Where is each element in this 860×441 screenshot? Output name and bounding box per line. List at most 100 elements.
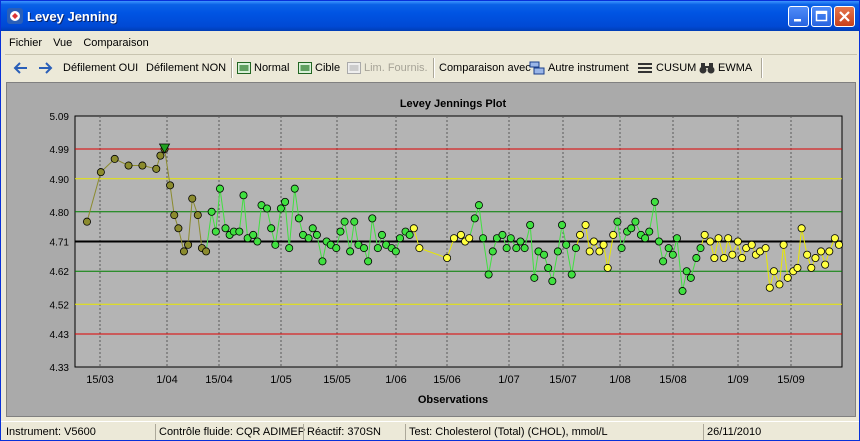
data-point[interactable] — [627, 224, 636, 233]
data-point[interactable] — [779, 240, 788, 249]
data-point[interactable] — [603, 263, 612, 272]
data-point[interactable] — [540, 250, 549, 259]
data-point[interactable] — [562, 240, 571, 249]
menu-fichier[interactable]: Fichier — [5, 33, 46, 49]
data-point[interactable] — [391, 247, 400, 256]
data-point[interactable] — [714, 234, 723, 243]
data-point[interactable] — [96, 168, 105, 177]
data-point[interactable] — [359, 244, 368, 253]
data-point[interactable] — [516, 237, 525, 246]
data-point[interactable] — [138, 161, 147, 170]
data-point[interactable] — [654, 237, 663, 246]
data-point[interactable] — [686, 273, 695, 282]
data-point[interactable] — [720, 254, 729, 263]
data-point[interactable] — [617, 244, 626, 253]
data-point[interactable] — [728, 250, 737, 259]
forward-button[interactable] — [37, 59, 53, 77]
data-point[interactable] — [188, 194, 197, 203]
data-point[interactable] — [373, 244, 382, 253]
data-point[interactable] — [526, 220, 535, 229]
maximize-button[interactable] — [811, 6, 832, 27]
data-point[interactable] — [668, 250, 677, 259]
normal-button[interactable]: Normal — [237, 59, 289, 77]
data-point[interactable] — [585, 247, 594, 256]
data-point[interactable] — [765, 283, 774, 292]
data-point[interactable] — [215, 184, 224, 193]
data-point[interactable] — [664, 244, 673, 253]
data-point[interactable] — [498, 230, 507, 239]
data-point[interactable] — [553, 247, 562, 256]
data-point[interactable] — [793, 263, 802, 272]
data-point[interactable] — [738, 254, 747, 263]
data-point[interactable] — [761, 244, 770, 253]
data-point[interactable] — [672, 234, 681, 243]
data-point[interactable] — [488, 247, 497, 256]
data-point[interactable] — [558, 220, 567, 229]
data-point[interactable] — [267, 224, 276, 233]
data-point[interactable] — [821, 260, 830, 269]
data-point[interactable] — [581, 220, 590, 229]
target-button[interactable]: Cible — [298, 59, 340, 77]
data-point[interactable] — [678, 287, 687, 296]
data-point[interactable] — [502, 244, 511, 253]
close-button[interactable] — [834, 6, 855, 27]
data-point[interactable] — [170, 211, 179, 220]
data-point[interactable] — [567, 270, 576, 279]
data-point[interactable] — [166, 181, 175, 190]
data-point[interactable] — [692, 254, 701, 263]
data-point[interactable] — [710, 254, 719, 263]
data-point[interactable] — [312, 230, 321, 239]
data-point[interactable] — [589, 237, 598, 246]
data-point[interactable] — [405, 230, 414, 239]
data-point[interactable] — [346, 247, 355, 256]
data-point[interactable] — [595, 247, 604, 256]
data-point[interactable] — [340, 217, 349, 226]
data-point[interactable] — [235, 227, 244, 236]
data-point[interactable] — [239, 191, 248, 200]
data-point[interactable] — [318, 257, 327, 266]
data-point[interactable] — [825, 247, 834, 256]
data-point[interactable] — [835, 240, 844, 249]
menu-vue[interactable]: Vue — [49, 33, 76, 49]
data-point[interactable] — [253, 237, 262, 246]
data-point[interactable] — [184, 240, 193, 249]
data-point[interactable] — [733, 237, 742, 246]
scroll-on-button[interactable]: Défilement OUI — [63, 59, 138, 77]
cusum-button[interactable]: CUSUM — [637, 59, 696, 77]
data-point[interactable] — [613, 217, 622, 226]
data-point[interactable] — [682, 267, 691, 276]
back-button[interactable] — [13, 59, 29, 77]
data-point[interactable] — [769, 267, 778, 276]
data-point[interactable] — [724, 234, 733, 243]
scroll-off-button[interactable]: Défilement NON — [146, 59, 226, 77]
data-point[interactable] — [811, 254, 820, 263]
data-point[interactable] — [395, 234, 404, 243]
data-point[interactable] — [174, 224, 183, 233]
data-point[interactable] — [775, 280, 784, 289]
data-point[interactable] — [803, 250, 812, 259]
data-point[interactable] — [156, 151, 165, 160]
data-point[interactable] — [202, 247, 211, 256]
data-point[interactable] — [193, 211, 202, 220]
data-point[interactable] — [470, 214, 479, 223]
data-point[interactable] — [807, 263, 816, 272]
data-point[interactable] — [816, 247, 825, 256]
data-point[interactable] — [474, 201, 483, 210]
data-point[interactable] — [304, 234, 313, 243]
data-point[interactable] — [415, 244, 424, 253]
data-point[interactable] — [696, 244, 705, 253]
data-point[interactable] — [465, 234, 474, 243]
minimize-button[interactable] — [788, 6, 809, 27]
data-point[interactable] — [179, 247, 188, 256]
supplier-limits-button[interactable]: Lim. Fournis. — [347, 59, 428, 77]
data-point[interactable] — [124, 161, 133, 170]
data-point[interactable] — [449, 234, 458, 243]
data-point[interactable] — [456, 230, 465, 239]
data-point[interactable] — [110, 154, 119, 163]
data-point[interactable] — [263, 204, 272, 213]
data-point[interactable] — [747, 240, 756, 249]
data-point[interactable] — [544, 263, 553, 272]
data-point[interactable] — [706, 237, 715, 246]
data-point[interactable] — [576, 230, 585, 239]
data-point[interactable] — [484, 270, 493, 279]
